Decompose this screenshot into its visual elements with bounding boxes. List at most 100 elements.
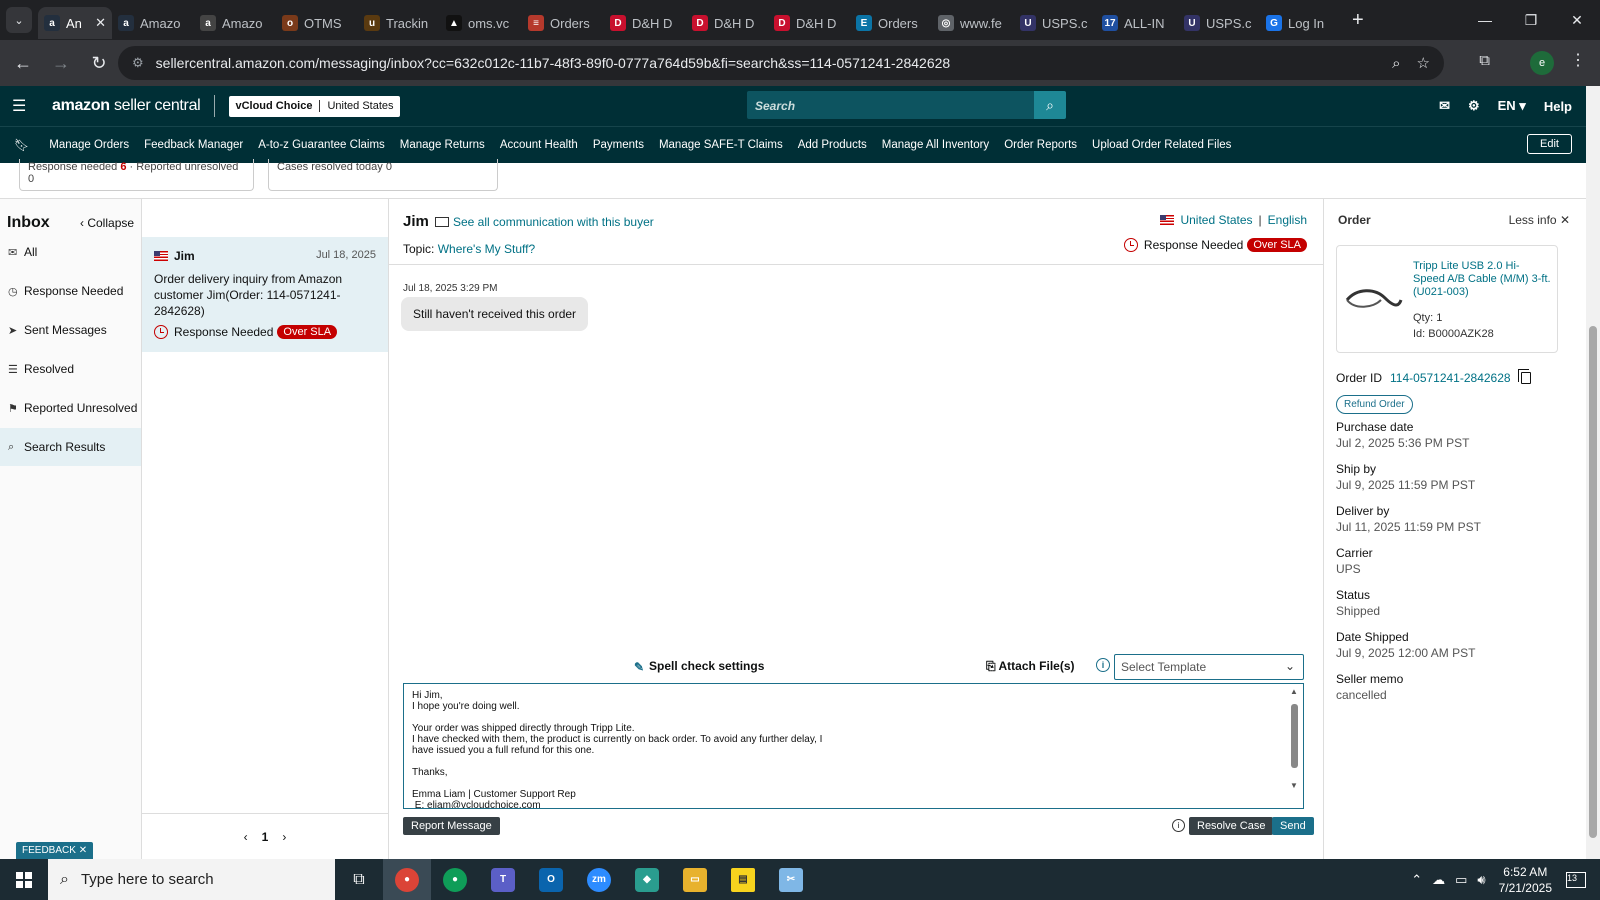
show-hidden-icons-icon[interactable]: ⌃ bbox=[1411, 872, 1422, 888]
bookmark-icon[interactable]: 🔖︎ bbox=[14, 138, 29, 152]
inbox-filter-resolved[interactable]: ☰ Resolved bbox=[0, 350, 141, 388]
zoom-icon[interactable]: ⌕ bbox=[1392, 55, 1400, 72]
nav-item[interactable]: Account Health bbox=[500, 139, 578, 151]
inbox-filter-sent-messages[interactable]: ➤ Sent Messages bbox=[0, 311, 141, 349]
browser-tab[interactable]: o OTMS bbox=[276, 7, 358, 39]
response-summary-box[interactable]: Response needed 6 · Reported unresolved … bbox=[19, 159, 254, 191]
task-view-icon[interactable]: ⧉ bbox=[335, 859, 383, 900]
volume-icon[interactable]: 🔊︎ bbox=[1477, 872, 1485, 888]
browser-tab[interactable]: 17 ALL-IN bbox=[1096, 7, 1178, 39]
start-button[interactable] bbox=[0, 859, 48, 900]
sticky-notes-taskbar-icon[interactable]: ▤ bbox=[719, 859, 767, 900]
hamburger-menu-icon[interactable]: ☰ bbox=[12, 96, 36, 116]
less-info-button[interactable]: Less info ✕ bbox=[1509, 213, 1570, 227]
edit-nav-button[interactable]: Edit bbox=[1527, 134, 1572, 154]
chrome-taskbar-icon[interactable]: ● bbox=[383, 859, 431, 900]
report-message-button[interactable]: Report Message bbox=[403, 817, 500, 835]
snipping-tool-taskbar-icon[interactable]: ✂ bbox=[767, 859, 815, 900]
browser-tab[interactable]: a Amazo bbox=[194, 7, 276, 39]
file-explorer-taskbar-icon[interactable]: ▭ bbox=[671, 859, 719, 900]
taskbar-search-input[interactable]: ⌕ Type here to search bbox=[48, 859, 335, 900]
product-title-link[interactable]: Tripp Lite USB 2.0 Hi-Speed A/B Cable (M… bbox=[1413, 260, 1551, 299]
refund-order-button[interactable]: Refund Order bbox=[1336, 395, 1413, 414]
bookmark-star-icon[interactable]: ☆ bbox=[1417, 54, 1430, 72]
see-all-communication-link[interactable]: See all communication with this buyer bbox=[435, 215, 654, 229]
extensions-icon[interactable]: ⧉ bbox=[1479, 52, 1490, 69]
onedrive-icon[interactable]: ☁ bbox=[1432, 872, 1445, 888]
nav-item[interactable]: Manage Orders bbox=[49, 139, 129, 151]
new-tab-button[interactable]: + bbox=[1352, 9, 1364, 32]
minimize-button[interactable]: — bbox=[1462, 0, 1508, 40]
resolve-case-button[interactable]: Resolve Case bbox=[1189, 817, 1274, 835]
nav-item[interactable]: A-to-z Guarantee Claims bbox=[258, 139, 385, 151]
forward-button[interactable]: → bbox=[46, 53, 76, 74]
nav-item[interactable]: Order Reports bbox=[1004, 139, 1077, 151]
network-icon[interactable]: ▭ bbox=[1455, 872, 1467, 888]
resolve-info-icon[interactable]: i bbox=[1172, 819, 1185, 832]
zoom-taskbar-icon[interactable]: zm bbox=[575, 859, 623, 900]
browser-tab[interactable]: U USPS.c bbox=[1178, 7, 1260, 39]
nav-item[interactable]: Manage All Inventory bbox=[882, 139, 989, 151]
reload-button[interactable]: ↻ bbox=[84, 53, 114, 74]
copy-icon[interactable] bbox=[1517, 369, 1531, 384]
settings-gear-icon[interactable]: ⚙ bbox=[1468, 98, 1480, 114]
nav-item[interactable]: Manage SAFE-T Claims bbox=[659, 139, 783, 151]
browser-tab[interactable]: E Orders bbox=[850, 7, 932, 39]
attach-files-button[interactable]: ⎘ Attach File(s) bbox=[986, 659, 1075, 674]
header-search-input[interactable]: Search bbox=[747, 91, 1034, 119]
feedback-button[interactable]: FEEDBACK ✕ bbox=[16, 842, 94, 859]
browser-tab[interactable]: ◎ www.fe bbox=[932, 7, 1014, 39]
close-tab-icon[interactable]: ✕ bbox=[95, 15, 106, 31]
inbox-filter-response-needed[interactable]: ◷ Response Needed bbox=[0, 272, 141, 310]
prev-page-icon[interactable]: ‹ bbox=[244, 830, 248, 844]
template-select[interactable]: Select Template ⌄ bbox=[1114, 654, 1304, 680]
chrome-profile-taskbar-icon[interactable]: ● bbox=[431, 859, 479, 900]
browser-tab[interactable]: u Trackin bbox=[358, 7, 440, 39]
nav-item[interactable]: Manage Returns bbox=[400, 139, 485, 151]
inbox-filter-reported-unresolved[interactable]: ⚑ Reported Unresolved bbox=[0, 389, 141, 427]
conversation-item[interactable]: Jim Jul 18, 2025 Order delivery inquiry … bbox=[142, 237, 388, 352]
browser-tab[interactable]: D D&H D bbox=[686, 7, 768, 39]
account-switcher[interactable]: vCloud Choice United States bbox=[229, 95, 400, 117]
notifications-icon[interactable]: 13 bbox=[1566, 871, 1586, 888]
profile-avatar[interactable]: e bbox=[1530, 51, 1554, 75]
scroll-up-icon[interactable]: ▲ bbox=[1290, 686, 1298, 697]
page-scroll-thumb[interactable] bbox=[1589, 326, 1597, 838]
topic-value[interactable]: Where's My Stuff? bbox=[438, 242, 535, 256]
browser-tab[interactable]: D D&H D bbox=[604, 7, 686, 39]
restore-button[interactable]: ❐ bbox=[1508, 0, 1554, 40]
scroll-thumb[interactable] bbox=[1291, 704, 1298, 768]
browser-tab[interactable]: D D&H D bbox=[768, 7, 850, 39]
tab-search-button[interactable]: ⌄ bbox=[6, 7, 32, 33]
url-omnibox[interactable]: ⚙ sellercentral.amazon.com/messaging/inb… bbox=[118, 46, 1444, 80]
reply-textarea[interactable]: Hi Jim, I hope you're doing well. Your o… bbox=[403, 683, 1304, 809]
nav-item[interactable]: Feedback Manager bbox=[144, 139, 243, 151]
scroll-down-icon[interactable]: ▼ bbox=[1290, 780, 1298, 791]
browser-tab[interactable]: ▲ oms.vc bbox=[440, 7, 522, 39]
order-id-link[interactable]: 114-0571241-2842628 bbox=[1390, 371, 1511, 385]
app-taskbar-icon[interactable]: ◆ bbox=[623, 859, 671, 900]
textarea-scrollbar[interactable]: ▲ ▼ bbox=[1289, 686, 1301, 804]
browser-tab[interactable]: U USPS.c bbox=[1014, 7, 1096, 39]
next-page-icon[interactable]: › bbox=[282, 830, 286, 844]
nav-item[interactable]: Add Products bbox=[798, 139, 867, 151]
nav-item[interactable]: Upload Order Related Files bbox=[1092, 139, 1231, 151]
back-button[interactable]: ← bbox=[8, 53, 38, 74]
send-button[interactable]: Send bbox=[1272, 817, 1314, 835]
inbox-filter-all[interactable]: ✉ All bbox=[0, 233, 141, 271]
collapse-button[interactable]: ‹ Collapse bbox=[80, 216, 134, 230]
browser-tab[interactable]: a Amazo bbox=[112, 7, 194, 39]
close-icon[interactable]: ✕ bbox=[79, 845, 87, 856]
template-info-icon[interactable]: i bbox=[1096, 658, 1110, 672]
seller-central-logo[interactable]: amazon seller central bbox=[52, 97, 201, 115]
mail-icon[interactable]: ✉ bbox=[1439, 98, 1450, 114]
spell-check-settings-button[interactable]: ✎ Spell check settings bbox=[634, 659, 764, 674]
teams-taskbar-icon[interactable]: T bbox=[479, 859, 527, 900]
browser-tab[interactable]: G Log In bbox=[1260, 7, 1342, 39]
browser-menu-icon[interactable]: ⋮ bbox=[1570, 50, 1586, 70]
header-search-button[interactable]: ⌕ bbox=[1034, 91, 1066, 119]
close-window-button[interactable]: ✕ bbox=[1554, 0, 1600, 40]
browser-tab[interactable]: a An ✕ bbox=[38, 7, 112, 39]
browser-tab[interactable]: ≡ Orders bbox=[522, 7, 604, 39]
taskbar-clock[interactable]: 6:52 AM 7/21/2025 bbox=[1499, 864, 1552, 896]
